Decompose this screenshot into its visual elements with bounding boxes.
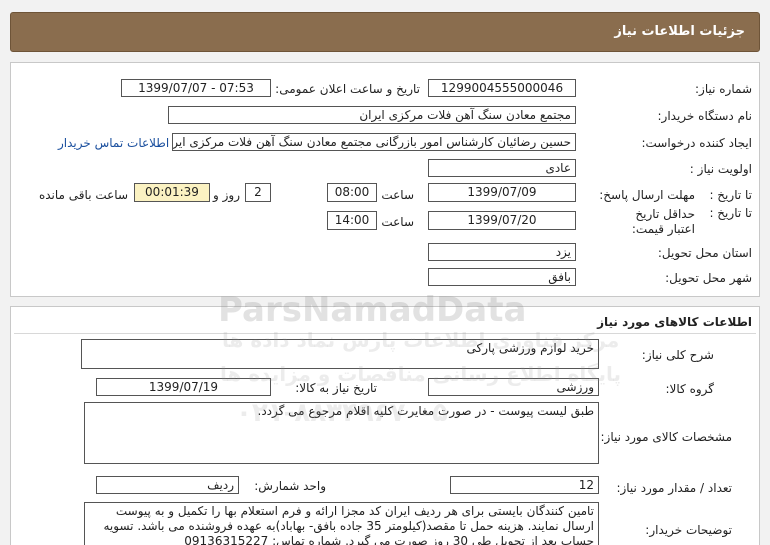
page-header: جزئیات اطلاعات نیاز: [10, 12, 760, 52]
city-label: شهر محل تحویل:: [665, 271, 752, 285]
days-remaining-field: 2: [245, 183, 271, 202]
days-label: روز و: [213, 188, 240, 202]
need-number-field: 1299004555000046: [428, 79, 576, 97]
priority-label: اولویت نیاز :: [689, 162, 752, 176]
deadline-time-label: ساعت: [381, 188, 414, 202]
buyer-org-field: مجتمع معادن سنگ آهن فلات مرکزی ایران: [168, 106, 576, 124]
announce-label: تاریخ و ساعت اعلان عمومی:: [275, 82, 420, 96]
deadline-label: مهلت ارسال پاسخ:: [599, 188, 695, 202]
time-remaining-label: ساعت باقی مانده: [38, 188, 128, 202]
specs-field: طبق لیست پیوست - در صورت مغایرت کلیه اقل…: [84, 402, 599, 464]
city-field: بافق: [428, 268, 576, 286]
need-date-field: 1399/07/19: [96, 378, 271, 396]
announce-field: 1399/07/07 - 07:53: [121, 79, 271, 97]
goods-section-title: اطلاعات کالاهای مورد نیاز: [597, 315, 752, 329]
deadline-time-field: 08:00: [327, 183, 377, 202]
deadline-date-field: 1399/07/09: [428, 183, 576, 202]
quantity-label: تعداد / مقدار مورد نیاز:: [616, 481, 732, 495]
goods-section-divider: [14, 333, 756, 334]
deadline-to-date-label: تا تاریخ :: [709, 188, 752, 202]
priority-field: عادی: [428, 159, 576, 177]
validity-date-field: 1399/07/20: [428, 211, 576, 230]
quantity-field: 12: [450, 476, 599, 494]
general-info-panel: [10, 62, 760, 297]
province-field: یزد: [428, 243, 576, 261]
summary-field: خرید لوازم ورزشی پارکی: [81, 339, 599, 369]
unit-label: واحد شمارش:: [254, 479, 326, 493]
requester-field: حسین رضائیان کارشناس امور بازرگانی مجتمع…: [172, 133, 576, 151]
need-date-label: تاریخ نیاز به کالا:: [295, 381, 377, 395]
specs-label: مشخصات کالای مورد نیاز:: [600, 430, 732, 444]
requester-label: ایجاد کننده درخواست:: [641, 136, 752, 150]
buyer-org-label: نام دستگاه خریدار:: [657, 109, 753, 123]
notes-label: توضیحات خریدار:: [645, 523, 732, 537]
notes-field: تامین کنندگان بایستی برای هر ردیف ایران …: [84, 502, 599, 545]
validity-time-field: 14:00: [327, 211, 377, 230]
unit-field: ردیف: [96, 476, 239, 494]
validity-time-label: ساعت: [381, 215, 414, 229]
group-label: گروه کالا:: [665, 382, 715, 396]
need-number-label: شماره نیاز:: [695, 82, 752, 96]
group-field: ورزشی: [428, 378, 599, 396]
time-remaining-field: 00:01:39: [134, 183, 210, 202]
buyer-contact-link[interactable]: اطلاعات تماس خریدار: [58, 136, 169, 150]
page-title: جزئیات اطلاعات نیاز: [614, 24, 745, 39]
province-label: استان محل تحویل:: [657, 246, 752, 260]
validity-label: حداقل تاریخ اعتبار قیمت:: [631, 207, 695, 236]
validity-to-date-label: تا تاریخ :: [709, 206, 752, 220]
summary-label: شرح کلی نیاز:: [641, 348, 714, 362]
